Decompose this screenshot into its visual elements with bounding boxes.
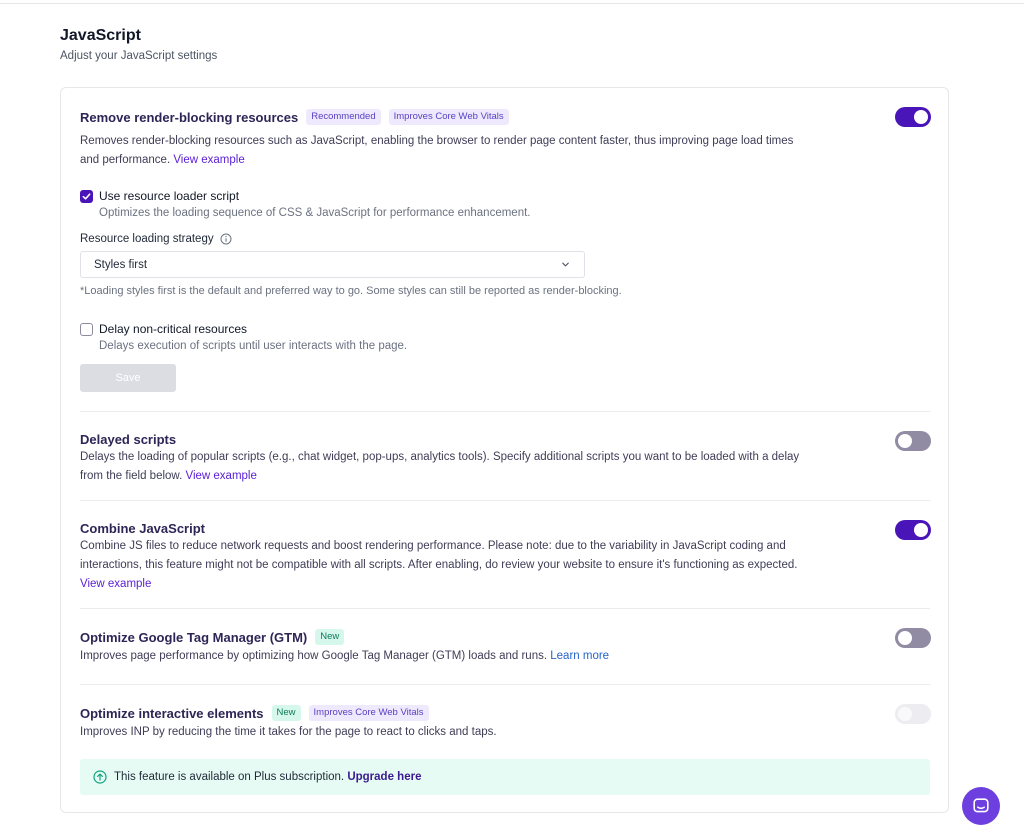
- toggle-knob: [914, 523, 928, 537]
- top-divider: [0, 3, 1024, 4]
- section-title: Delayed scripts: [80, 431, 177, 447]
- section-title: Optimize Google Tag Manager (GTM): [80, 629, 308, 645]
- save-button[interactable]: Save: [80, 364, 176, 392]
- badge-recommended: Recommended: [306, 109, 381, 125]
- interactive-toggle[interactable]: [895, 704, 931, 724]
- section-title: Combine JavaScript: [80, 520, 205, 536]
- delay-noncritical-description: Delays execution of scripts until user i…: [99, 340, 408, 352]
- settings-card: Remove render-blocking resources Recomme…: [60, 87, 949, 813]
- section-description: Improves page performance by optimizing …: [80, 650, 610, 662]
- toggle-knob: [898, 434, 912, 448]
- chevron-down-icon: [562, 262, 569, 267]
- info-icon[interactable]: [220, 233, 232, 245]
- section-title: Optimize interactive elements: [80, 705, 264, 721]
- toggle-knob: [914, 110, 928, 124]
- section-delayed-scripts: Delayed scripts Delays the loading of po…: [80, 430, 930, 486]
- view-example-link[interactable]: View example: [80, 578, 151, 590]
- chat-icon: [973, 798, 989, 813]
- view-example-link[interactable]: View example: [185, 470, 256, 482]
- section-description: Combine JS files to reduce network reque…: [80, 540, 798, 590]
- section-title: Remove render-blocking resources: [80, 109, 299, 125]
- strategy-label: Resource loading strategy: [80, 233, 232, 245]
- upgrade-banner: This feature is available on Plus subscr…: [80, 759, 930, 795]
- badge-new: New: [271, 705, 301, 721]
- strategy-select-value: Styles first: [94, 258, 148, 271]
- chat-launcher-button[interactable]: [962, 787, 1000, 825]
- loader-script-label: Use resource loader script: [99, 189, 240, 203]
- gtm-toggle[interactable]: [895, 628, 931, 648]
- combine-js-toggle[interactable]: [895, 520, 931, 540]
- badge-core-web-vitals: Improves Core Web Vitals: [388, 109, 509, 125]
- page-subtitle: Adjust your JavaScript settings: [60, 50, 218, 62]
- badge-core-web-vitals: Improves Core Web Vitals: [308, 705, 429, 721]
- section-description: Improves INP by reducing the time it tak…: [80, 726, 497, 738]
- section-divider: [80, 684, 930, 685]
- delay-noncritical-checkbox[interactable]: [80, 323, 93, 336]
- banner-text: This feature is available on Plus subscr…: [114, 771, 422, 783]
- loader-script-description: Optimizes the loading sequence of CSS & …: [99, 207, 531, 219]
- check-icon: [82, 193, 91, 200]
- render-blocking-toggle[interactable]: [895, 107, 931, 127]
- badge-new: New: [315, 629, 345, 645]
- delayed-scripts-toggle[interactable]: [895, 431, 931, 451]
- section-description: Delays the loading of popular scripts (e…: [80, 451, 800, 482]
- page-title: JavaScript: [60, 27, 141, 44]
- learn-more-link[interactable]: Learn more: [550, 650, 609, 662]
- section-interactive: Optimize interactive elements New Improv…: [80, 704, 930, 742]
- section-render-blocking: Remove render-blocking resources Recomme…: [80, 108, 930, 170]
- section-divider: [80, 500, 930, 501]
- section-divider: [80, 411, 930, 412]
- toggle-knob: [898, 631, 912, 645]
- strategy-select[interactable]: Styles first: [80, 251, 585, 278]
- section-description: Removes render-blocking resources such a…: [80, 135, 794, 166]
- strategy-hint: *Loading styles first is the default and…: [80, 285, 622, 297]
- loader-script-checkbox[interactable]: [80, 190, 93, 203]
- section-gtm: Optimize Google Tag Manager (GTM) New Im…: [80, 628, 930, 666]
- toggle-knob: [898, 707, 912, 721]
- delay-noncritical-label: Delay non-critical resources: [99, 322, 248, 336]
- loader-script-option: Use resource loader script Optimizes the…: [80, 188, 530, 221]
- arrow-up-circle-icon: [93, 770, 107, 784]
- view-example-link[interactable]: View example: [173, 154, 244, 166]
- delay-noncritical-option: Delay non-critical resources Delays exec…: [80, 321, 407, 354]
- upgrade-link[interactable]: Upgrade here: [347, 771, 421, 783]
- section-combine-js: Combine JavaScript Combine JS files to r…: [80, 519, 930, 594]
- section-divider: [80, 608, 930, 609]
